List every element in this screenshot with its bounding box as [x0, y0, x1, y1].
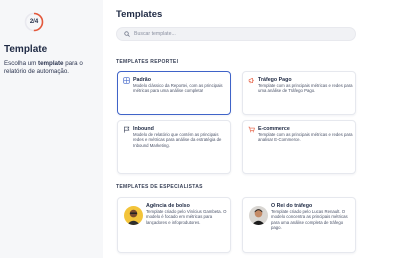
template-description: Modelo de relatório que contém as princi…	[133, 132, 222, 148]
wizard-sidebar: 2/4 Template Escolha um template para o …	[0, 0, 103, 258]
template-card-ecommerce[interactable]: E-commerce Template com as principais mé…	[242, 120, 356, 174]
step-counter: 2/4	[29, 19, 39, 25]
step-title: Template	[4, 44, 48, 55]
grid-chart-icon	[123, 77, 130, 84]
page-title: Templates	[116, 9, 163, 20]
template-card-inbound[interactable]: Inbound Modelo de relatório que contém a…	[117, 120, 231, 174]
template-description: Modelo clássico da Reportei, com as prin…	[133, 83, 223, 94]
template-title: E-commerce	[258, 125, 290, 132]
section-title-especialistas: TEMPLATES DE ESPECIALISTAS	[116, 184, 203, 190]
cart-icon	[248, 126, 255, 133]
step-description: Escolha um template para o relatório de …	[4, 60, 83, 75]
avatar	[249, 206, 268, 225]
template-title: Padrão	[133, 76, 151, 83]
avatar	[124, 206, 143, 225]
search-icon	[124, 31, 130, 37]
specialist-card-agencia-de-bolso[interactable]: Agência de bolso Template criado pelo Vi…	[117, 197, 231, 253]
template-card-trafego-pago[interactable]: Tráfego Pago Template com as principais …	[242, 71, 356, 115]
specialist-description: Template criado pelo Lucas Renault. O mo…	[271, 209, 348, 231]
specialist-description: Template criado pelo Vinícius Gambeta. O…	[146, 209, 227, 225]
template-description: Template com as principais métricas e re…	[258, 83, 353, 94]
templates-panel: Templates TEMPLATES REPORTEI Padrão Mode…	[103, 0, 400, 258]
search-input[interactable]	[134, 31, 334, 37]
template-title: Inbound	[133, 125, 154, 132]
specialist-card-o-rei-do-trafego[interactable]: O Rei do tráfego Template criado pelo Lu…	[242, 197, 356, 253]
flag-icon	[124, 126, 130, 133]
megaphone-icon	[248, 77, 255, 84]
template-description: Template com as principais métricas e re…	[258, 132, 353, 143]
template-title: Tráfego Pago	[258, 76, 292, 83]
search-box[interactable]	[116, 27, 356, 41]
section-title-reportei: TEMPLATES REPORTEI	[116, 59, 179, 65]
template-card-padrao[interactable]: Padrão Modelo clássico da Reportei, com …	[117, 71, 231, 115]
